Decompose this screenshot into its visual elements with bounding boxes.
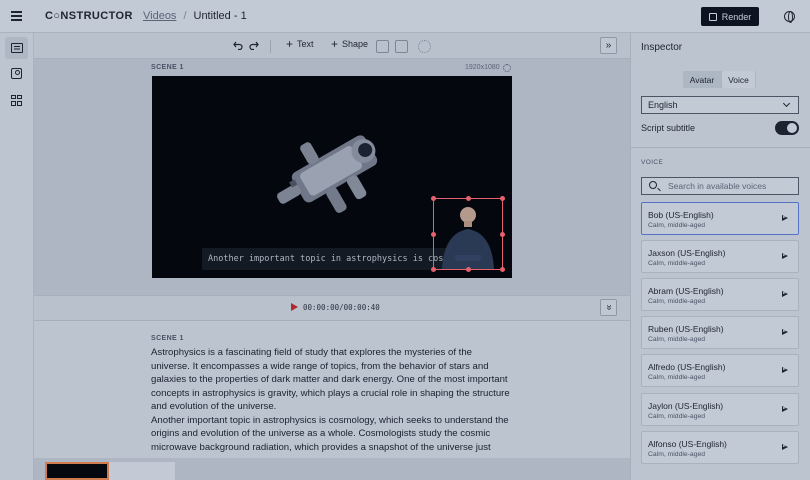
voice-name: Ruben (US-English) [648,324,724,334]
render-button-label: Render [721,11,752,22]
voice-card[interactable]: Alfonso (US-English) Calm, middle-aged [641,431,799,464]
avatar-icon [11,67,22,79]
scenes-icon [10,43,23,53]
undo-icon[interactable] [233,41,243,50]
add-text-label: Text [297,39,314,49]
collapse-timeline-button[interactable]: » [600,299,617,316]
voice-card[interactable]: Jaxson (US-English) Calm, middle-aged [641,240,799,273]
presenter-avatar[interactable] [431,196,505,272]
voice-name: Jaxson (US-English) [648,248,726,258]
voice-search-input[interactable] [668,179,794,193]
play-outline-icon[interactable] [782,366,788,373]
voice-description: Calm, middle-aged [648,413,706,420]
rail-templates-button[interactable] [5,89,28,111]
video-preview[interactable]: Another important topic in astrophysics … [152,76,512,278]
plus-icon: + [331,36,339,51]
divider [631,147,810,148]
render-icon [708,12,717,21]
play-outline-icon[interactable] [782,405,788,412]
rail-scenes-button[interactable] [5,37,28,59]
play-outline-icon[interactable] [782,290,788,297]
voice-card[interactable]: Alfredo (US-English) Calm, middle-aged [641,354,799,387]
add-scene-slot[interactable] [109,462,175,480]
double-chevron-down-icon: » [603,304,614,311]
add-shape-button[interactable]: + Shape [331,36,369,51]
script-subtitle-label: Script subtitle [641,123,696,133]
resize-handle[interactable] [431,232,436,237]
play-outline-icon[interactable] [782,252,788,259]
script-text[interactable]: Astrophysics is a fascinating field of s… [151,346,511,454]
script-paragraph[interactable]: Another important topic in astrophysics … [151,414,511,455]
tab-voice[interactable]: Voice [722,71,755,88]
play-outline-icon[interactable] [782,443,788,450]
gear-icon[interactable] [503,64,511,72]
top-bar: C○NSTRUCTOR Videos / Untitled - 1 Render [0,0,810,33]
resize-handle[interactable] [500,196,505,201]
inspector-tabs: Avatar Voice [683,71,756,88]
language-select-value: English [648,100,678,110]
menu-icon[interactable] [11,11,22,21]
presenter-image [442,207,494,269]
voice-name: Abram (US-English) [648,286,724,296]
voice-name: Jaylon (US-English) [648,401,724,411]
resolution-label: 1920x1080 [465,64,500,71]
play-icon[interactable] [291,303,298,311]
resize-handle[interactable] [500,232,505,237]
script-scene-label: SCENE 1 [151,335,184,342]
image-icon[interactable] [376,40,389,53]
resize-handle[interactable] [431,196,436,201]
media-icon[interactable] [395,40,408,53]
globe-icon[interactable] [784,11,795,23]
editor-toolbar: + Text + Shape » [34,33,630,59]
voice-description: Calm, middle-aged [648,222,706,229]
play-outline-icon[interactable] [782,214,788,221]
script-paragraph[interactable]: Astrophysics is a fascinating field of s… [151,346,511,414]
language-select[interactable]: English [641,96,799,114]
tab-avatar[interactable]: Avatar [683,71,721,88]
resize-handle[interactable] [500,267,505,272]
voice-description: Calm, middle-aged [648,298,706,305]
voice-name: Alfredo (US-English) [648,362,726,372]
voice-description: Calm, middle-aged [648,336,706,343]
script-subtitle-toggle[interactable] [775,121,799,135]
chevron-down-icon [782,99,791,108]
timecode: 00:00:00/00:00:40 [303,303,380,312]
breadcrumb-separator: / [183,10,187,22]
voice-card[interactable]: Abram (US-English) Calm, middle-aged [641,278,799,311]
double-chevron-right-icon: » [605,40,612,51]
search-icon [649,181,657,189]
render-button[interactable]: Render [701,7,759,26]
scene-thumbnail[interactable] [45,462,109,480]
toolbar-divider [270,40,271,53]
voice-card[interactable]: Ruben (US-English) Calm, middle-aged [641,316,799,349]
plus-icon: + [286,36,294,51]
voice-card[interactable]: Bob (US-English) Calm, middle-aged [641,202,799,235]
voice-card[interactable]: Jaylon (US-English) Calm, middle-aged [641,393,799,426]
project-title[interactable]: Untitled - 1 [194,10,247,22]
settings-icon[interactable] [418,40,431,53]
resize-handle[interactable] [431,267,436,272]
play-outline-icon[interactable] [782,328,788,335]
add-text-button[interactable]: + Text [286,36,314,51]
voice-section-label: VOICE [641,159,664,166]
resize-handle[interactable] [466,196,471,201]
voice-name: Bob (US-English) [648,210,714,220]
resize-handle[interactable] [466,267,471,272]
inspector-title: Inspector [641,42,683,53]
voice-description: Calm, middle-aged [648,260,706,267]
rail-avatar-button[interactable] [5,62,28,84]
add-shape-label: Shape [342,39,369,49]
left-rail [0,33,34,480]
scene-label: SCENE 1 [151,64,184,71]
voice-description: Calm, middle-aged [648,374,706,381]
app-logo: C○NSTRUCTOR [45,10,133,22]
voice-description: Calm, middle-aged [648,451,706,458]
grid-icon [11,94,22,106]
voice-name: Alfonso (US-English) [648,439,727,449]
redo-icon[interactable] [249,41,259,50]
collapse-right-button[interactable]: » [600,37,617,54]
breadcrumb-videos-link[interactable]: Videos [143,10,176,22]
voice-search[interactable] [641,177,799,195]
breadcrumb: Videos / Untitled - 1 [143,10,247,22]
